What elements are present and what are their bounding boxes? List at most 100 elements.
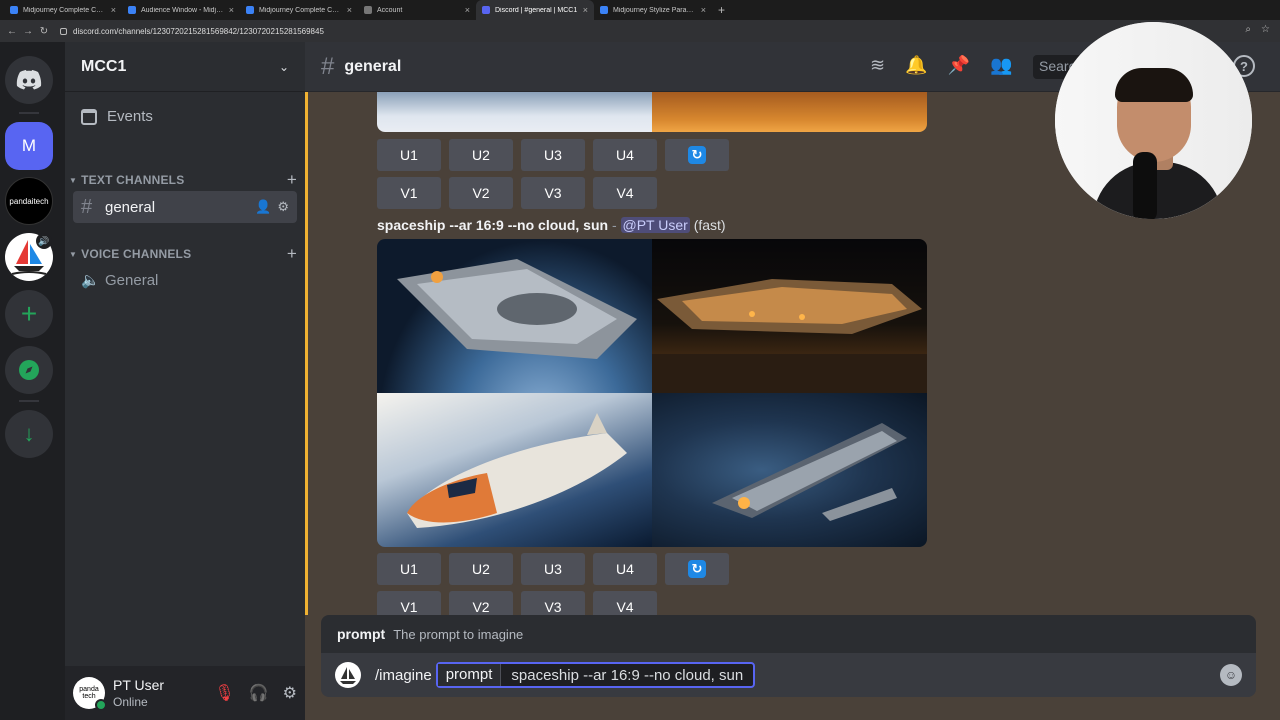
explore-servers-button[interactable] [5,346,53,394]
close-icon[interactable]: × [229,5,234,15]
tab-title: Account [377,6,403,14]
v3-button[interactable]: V3 [521,591,585,615]
v2-button[interactable]: V2 [449,177,513,209]
channel-label: General [105,271,159,289]
u1-button[interactable]: U1 [377,139,441,171]
v1-button[interactable]: V1 [377,177,441,209]
threads-icon[interactable]: ≋ [870,55,885,76]
close-icon[interactable]: × [347,5,352,15]
online-status-icon [95,699,107,711]
browser-tab-1[interactable]: Midjourney Complete Course × [4,0,122,20]
browser-tab-2[interactable]: Audience Window - Midjourn × [122,0,240,20]
image-grid[interactable] [377,239,927,547]
previous-image-grid[interactable] [377,92,927,132]
refresh-icon: ↻ [688,560,706,578]
close-icon[interactable]: × [465,5,470,15]
u3-button[interactable]: U3 [521,139,585,171]
invite-icon[interactable]: 👤 [255,199,271,215]
image-tile-2[interactable] [652,239,927,393]
avatar[interactable]: panda tech [73,677,107,711]
browser-tab-6[interactable]: Midjourney Stylize Paramete × [594,0,712,20]
url-field[interactable]: discord.com/channels/1230720215281569842… [60,27,324,36]
discord-home-button[interactable] [5,56,53,104]
server-pandaitech[interactable]: pandaitech [5,177,53,225]
option-chip: prompt [437,664,502,686]
u2-button[interactable]: U2 [449,553,513,585]
server-m[interactable]: M [5,122,53,170]
guild-name: MCC1 [81,57,127,75]
pin-icon[interactable]: 📌 [948,55,970,76]
events-item[interactable]: Events [81,108,153,125]
category-voice-channels[interactable]: ▼ VOICE CHANNELS + [69,244,297,264]
browser-tab-5[interactable]: Discord | #general | MCC1 × [476,0,594,20]
v4-button[interactable]: V4 [593,177,657,209]
voice-channel-general[interactable]: 🔈 General [73,264,297,296]
headphones-icon[interactable]: 🎧 [249,683,269,703]
create-channel-icon[interactable]: + [287,244,297,264]
browser-tab-4[interactable]: Account × [358,0,476,20]
create-channel-icon[interactable]: + [287,170,297,190]
download-apps-button[interactable]: ↓ [5,410,53,458]
spaceship-image [712,423,907,521]
discord-logo-icon [16,70,42,90]
u4-button[interactable]: U4 [593,139,657,171]
tab-favicon [10,6,18,14]
tab-favicon [482,6,490,14]
new-tab-button[interactable]: + [718,3,725,17]
option-description: The prompt to imagine [393,626,524,642]
channel-item-general[interactable]: # general 👤 ⚙ [73,191,297,223]
bell-icon[interactable]: 🔔 [905,55,927,76]
browser-tab-3[interactable]: Midjourney Complete Course × [240,0,358,20]
channel-title: general [344,57,402,75]
url-text: discord.com/channels/1230720215281569842… [73,26,324,36]
u4-button[interactable]: U4 [593,553,657,585]
image-tile-4[interactable] [652,393,927,547]
close-icon[interactable]: × [583,5,588,15]
category-label: TEXT CHANNELS [81,173,185,187]
message-input[interactable]: /imagine prompt spaceship --ar 16:9 --no… [321,653,1256,697]
tab-title: Audience Window - Midjourn [141,6,225,14]
gear-icon[interactable]: ⚙ [283,683,297,703]
category-text-channels[interactable]: ▼ TEXT CHANNELS + [69,170,297,190]
emoji-icon[interactable]: ☺ [1220,664,1242,686]
reload-icon[interactable]: ↻ [36,26,52,37]
forward-icon[interactable]: → [20,26,36,37]
guild-header[interactable]: MCC1 ⌄ [65,42,305,92]
events-label: Events [107,108,153,125]
hashtag-icon: # [81,195,93,218]
v2-button[interactable]: V2 [449,591,513,615]
gear-icon[interactable]: ⚙ [277,199,289,215]
reroll-button[interactable]: ↻ [665,139,729,171]
v1-button[interactable]: V1 [377,591,441,615]
user-panel: panda tech PT User Online 🎙 🎧 ⚙ [65,666,305,720]
tab-favicon [128,6,136,14]
reroll-button[interactable]: ↻ [665,553,729,585]
v3-button[interactable]: V3 [521,177,585,209]
variation-row: V1 V2 V3 V4 [377,177,657,209]
prompt-option-field[interactable]: prompt spaceship --ar 16:9 --no cloud, s… [435,662,756,688]
bookmark-star-icon[interactable]: ☆ [1261,24,1270,35]
mic-muted-icon[interactable]: 🎙 [214,683,234,703]
back-icon[interactable]: ← [4,26,20,37]
u1-button[interactable]: U1 [377,553,441,585]
close-icon[interactable]: × [701,5,706,15]
user-info[interactable]: PT User Online [113,677,214,709]
close-icon[interactable]: × [111,5,116,15]
image-tile[interactable] [652,92,927,132]
message-header: spaceship --ar 16:9 --no cloud, sun - @P… [377,217,726,233]
members-icon[interactable]: 👥 [990,55,1012,76]
u2-button[interactable]: U2 [449,139,513,171]
prompt-input[interactable]: spaceship --ar 16:9 --no cloud, sun [501,667,753,684]
speaker-icon: 🔈 [81,272,100,289]
speed-label: (fast) [693,217,726,233]
add-server-button[interactable]: + [5,290,53,338]
image-tile[interactable] [377,92,652,132]
v4-button[interactable]: V4 [593,591,657,615]
u3-button[interactable]: U3 [521,553,585,585]
image-tile-1[interactable] [377,239,652,393]
image-tile-3[interactable] [377,393,652,547]
tab-title: Midjourney Complete Course [259,6,343,14]
user-mention[interactable]: @PT User [620,217,690,233]
site-info-icon[interactable] [60,27,67,35]
prompt-text: spaceship --ar 16:9 --no cloud, sun [377,217,609,233]
